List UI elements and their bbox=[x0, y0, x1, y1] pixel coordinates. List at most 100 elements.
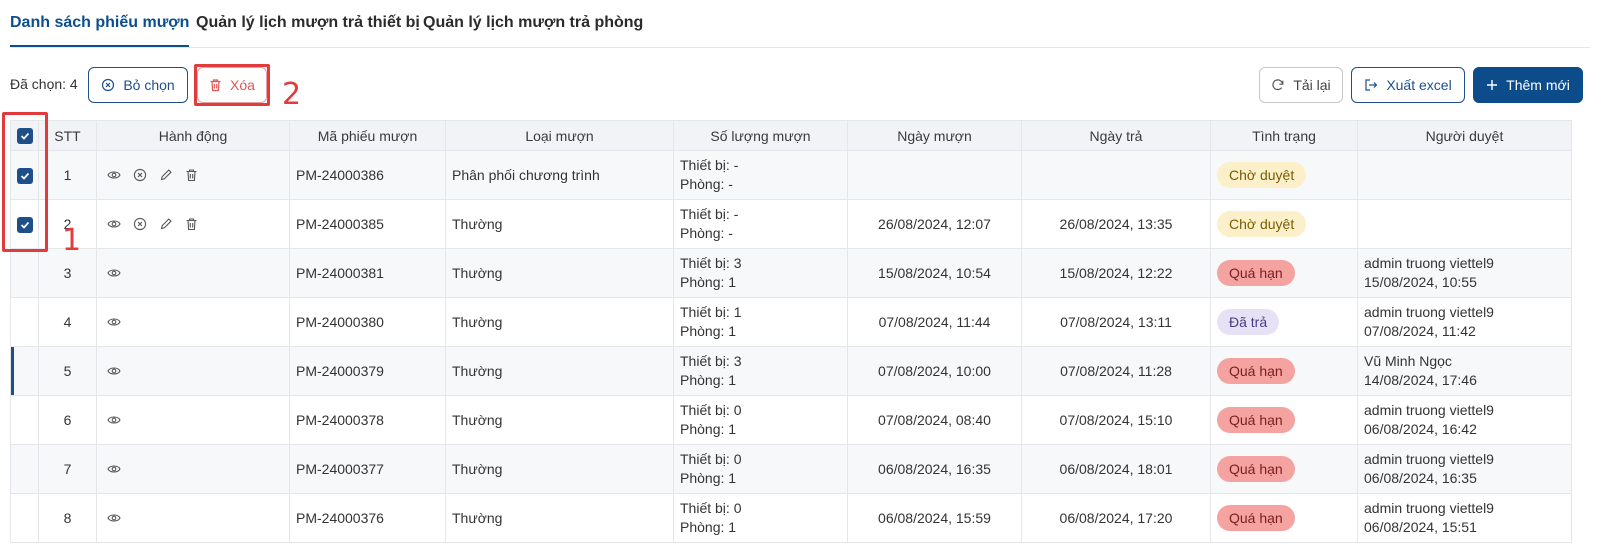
status-badge: Quá hạn bbox=[1217, 260, 1295, 286]
table-row[interactable]: 7 PM-24000377 Thường Thiết bị: 0 Phòng: 1 06/… bbox=[10, 444, 1572, 494]
row-code: PM-24000386 bbox=[289, 150, 446, 200]
approver-date: 15/08/2024, 10:55 bbox=[1364, 274, 1477, 290]
qty-device: Thiết bị: 0 bbox=[680, 402, 742, 418]
row-check-cell[interactable] bbox=[10, 199, 39, 249]
row-approver: admin truong viettel9 07/08/2024, 11:42 bbox=[1357, 297, 1572, 347]
approver-date: 06/08/2024, 15:51 bbox=[1364, 519, 1477, 535]
header-actions: Hành động bbox=[96, 120, 290, 151]
approver-name: admin truong viettel9 bbox=[1364, 500, 1494, 516]
header-borrow-date[interactable]: Ngày mượn bbox=[847, 120, 1022, 151]
tab-device-schedule[interactable]: Quản lý lịch mượn trả thiết bị bbox=[196, 14, 420, 32]
row-check-cell[interactable] bbox=[10, 248, 39, 298]
eye-icon[interactable] bbox=[107, 169, 121, 181]
row-return-date: 06/08/2024, 17:20 bbox=[1021, 493, 1211, 543]
eye-icon[interactable] bbox=[107, 267, 121, 279]
table-row[interactable]: 5 PM-24000379 Thường Thiết bị: 3 Phòng: 1 07/… bbox=[10, 346, 1572, 396]
header-approver[interactable]: Người duyệt bbox=[1357, 120, 1572, 151]
row-return-date: 26/08/2024, 13:35 bbox=[1021, 199, 1211, 249]
row-quantity: Thiết bị: 3 Phòng: 1 bbox=[673, 248, 848, 298]
row-borrow-date bbox=[847, 150, 1022, 200]
eye-icon[interactable] bbox=[107, 316, 121, 328]
eye-icon[interactable] bbox=[107, 218, 121, 230]
approver-name: admin truong viettel9 bbox=[1364, 255, 1494, 271]
qty-room: Phòng: 1 bbox=[680, 274, 737, 290]
qty-room: Phòng: 1 bbox=[680, 421, 737, 437]
row-code: PM-24000380 bbox=[289, 297, 446, 347]
row-status: Quá hạn bbox=[1210, 248, 1358, 298]
row-stt: 6 bbox=[38, 395, 97, 445]
row-type: Phân phối chương trình bbox=[445, 150, 674, 200]
row-quantity: Thiết bị: - Phòng: - bbox=[673, 150, 848, 200]
status-badge: Quá hạn bbox=[1217, 358, 1295, 384]
export-label: Xuất excel bbox=[1386, 77, 1452, 93]
table-row[interactable]: 6 PM-24000378 Thường Thiết bị: 0 Phòng: 1 07/… bbox=[10, 395, 1572, 445]
qty-device: Thiết bị: 0 bbox=[680, 500, 742, 516]
header-type[interactable]: Loại mượn bbox=[445, 120, 674, 151]
circle-x-icon bbox=[101, 78, 115, 92]
status-badge: Chờ duyệt bbox=[1217, 211, 1307, 237]
row-code: PM-24000385 bbox=[289, 199, 446, 249]
export-excel-button[interactable]: Xuất excel bbox=[1351, 67, 1465, 103]
row-checkbox[interactable] bbox=[16, 167, 33, 184]
reload-button[interactable]: Tải lại bbox=[1259, 67, 1343, 103]
row-return-date: 15/08/2024, 12:22 bbox=[1021, 248, 1211, 298]
row-status: Đã trả bbox=[1210, 297, 1358, 347]
trash-icon[interactable] bbox=[185, 168, 198, 182]
row-status: Chờ duyệt bbox=[1210, 199, 1358, 249]
row-borrow-date: 07/08/2024, 08:40 bbox=[847, 395, 1022, 445]
row-status: Quá hạn bbox=[1210, 444, 1358, 494]
edit-icon[interactable] bbox=[159, 217, 173, 231]
table-row[interactable]: 3 PM-24000381 Thường Thiết bị: 3 Phòng: 1 15/… bbox=[10, 248, 1572, 298]
approver-name: Vũ Minh Ngọc bbox=[1364, 353, 1452, 369]
annotation-label-1: 1 bbox=[62, 223, 82, 258]
edit-icon[interactable] bbox=[159, 168, 173, 182]
add-new-button[interactable]: Thêm mới bbox=[1473, 67, 1583, 103]
row-borrow-date: 07/08/2024, 11:44 bbox=[847, 297, 1022, 347]
header-return-date[interactable]: Ngày trả bbox=[1021, 120, 1211, 151]
row-check-cell[interactable] bbox=[10, 395, 39, 445]
row-approver: admin truong viettel9 06/08/2024, 16:35 bbox=[1357, 444, 1572, 494]
status-badge: Quá hạn bbox=[1217, 456, 1295, 482]
row-check-cell[interactable] bbox=[10, 346, 39, 396]
status-badge: Chờ duyệt bbox=[1217, 162, 1307, 188]
table-row[interactable]: 4 PM-24000380 Thường Thiết bị: 1 Phòng: 1 07/… bbox=[10, 297, 1572, 347]
trash-icon[interactable] bbox=[185, 217, 198, 231]
eye-icon[interactable] bbox=[107, 463, 121, 475]
row-check-cell[interactable] bbox=[10, 150, 39, 200]
row-return-date: 07/08/2024, 13:11 bbox=[1021, 297, 1211, 347]
row-check-cell[interactable] bbox=[10, 493, 39, 543]
table-row[interactable]: 2 PM-24000385 Thường Thiết bị: - Phòng: -26/… bbox=[10, 199, 1572, 249]
table-row[interactable]: 8 PM-24000376 Thường Thiết bị: 0 Phòng: 1 06/… bbox=[10, 493, 1572, 543]
row-borrow-date: 07/08/2024, 10:00 bbox=[847, 346, 1022, 396]
status-badge: Đã trả bbox=[1217, 309, 1280, 335]
tab-borrow-list[interactable]: Danh sách phiếu mượn bbox=[10, 14, 190, 47]
row-checkbox[interactable] bbox=[16, 216, 33, 233]
refresh-icon bbox=[1271, 78, 1285, 92]
approver-date: 06/08/2024, 16:42 bbox=[1364, 421, 1477, 437]
row-type: Thường bbox=[445, 395, 674, 445]
header-status[interactable]: Tình trạng bbox=[1210, 120, 1358, 151]
row-check-cell[interactable] bbox=[10, 297, 39, 347]
eye-icon[interactable] bbox=[107, 512, 121, 524]
delete-button[interactable]: Xóa bbox=[197, 67, 267, 103]
header-code[interactable]: Mã phiếu mượn bbox=[289, 120, 446, 151]
select-all-cell[interactable] bbox=[10, 120, 39, 151]
eye-icon[interactable] bbox=[107, 414, 121, 426]
trash-icon bbox=[209, 78, 222, 92]
tab-room-schedule[interactable]: Quản lý lịch mượn trả phòng bbox=[423, 14, 643, 32]
approver-name: admin truong viettel9 bbox=[1364, 451, 1494, 467]
deselect-button[interactable]: Bỏ chọn bbox=[88, 67, 188, 103]
table-row[interactable]: 1 PM-24000386 Phân phối chương trình Thiết … bbox=[10, 150, 1572, 200]
cancel-icon[interactable] bbox=[133, 217, 147, 231]
select-all-checkbox[interactable] bbox=[17, 128, 33, 145]
eye-icon[interactable] bbox=[107, 365, 121, 377]
table-header-row: STT Hành động Mã phiếu mượn Loại mượn Số… bbox=[10, 120, 1572, 151]
row-type: Thường bbox=[445, 493, 674, 543]
header-stt[interactable]: STT bbox=[38, 120, 97, 151]
row-actions bbox=[96, 444, 290, 494]
header-quantity[interactable]: Số lượng mượn bbox=[673, 120, 848, 151]
row-check-cell[interactable] bbox=[10, 444, 39, 494]
row-stt: 8 bbox=[38, 493, 97, 543]
qty-device: Thiết bị: 3 bbox=[680, 353, 742, 369]
cancel-icon[interactable] bbox=[133, 168, 147, 182]
